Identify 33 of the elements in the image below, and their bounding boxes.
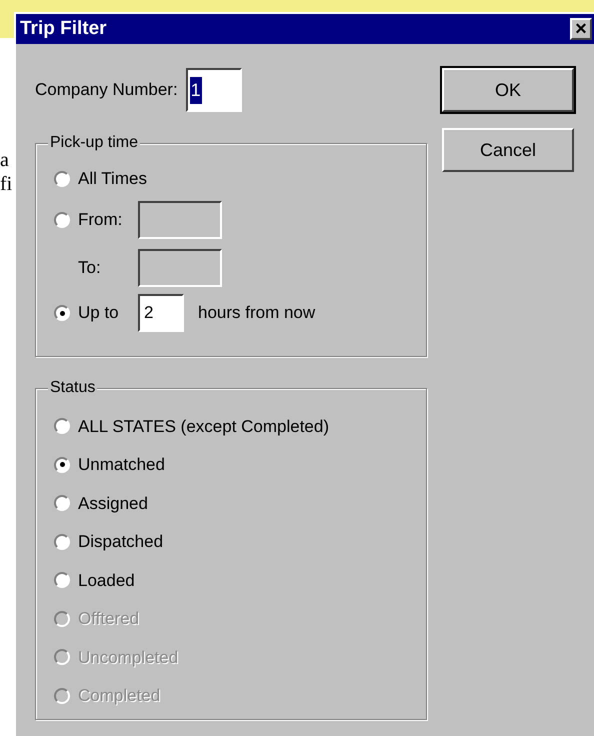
radio-button[interactable]: [54, 456, 70, 473]
dialog-button[interactable]: Cancel: [442, 128, 574, 172]
radio-label: Completed: [78, 685, 160, 707]
radio-label: ALL STATES (except Completed): [78, 416, 330, 438]
input-field[interactable]: 1: [186, 68, 242, 112]
radio-label: All Times: [78, 168, 147, 190]
input-field[interactable]: 2: [138, 294, 184, 332]
radio-button[interactable]: [54, 305, 70, 321]
radio-label: Unmatched: [78, 454, 165, 476]
radio-button[interactable]: [54, 212, 70, 228]
radio-label: Offtered: [78, 608, 140, 630]
group-title: Pick-up time: [48, 133, 140, 153]
radio-button[interactable]: [54, 534, 70, 550]
radio-label: Dispatched: [78, 531, 164, 553]
field-label: hours from now: [198, 302, 316, 324]
radio-button[interactable]: [54, 495, 70, 512]
radio-label: Assigned: [78, 492, 148, 514]
window-title: Trip Filter: [20, 16, 107, 41]
radio-label: From:: [78, 209, 124, 232]
radio-label: Loaded: [78, 570, 135, 592]
field-label: To:: [78, 257, 102, 280]
radio-label: Uncompleted: [78, 646, 178, 668]
close-button[interactable]: ×: [570, 18, 592, 40]
dialog-button[interactable]: OK: [442, 68, 574, 112]
input-field[interactable]: [138, 201, 222, 239]
radio-button[interactable]: [54, 572, 70, 588]
radio-label: Up to: [78, 302, 120, 324]
field-label: Company Number:: [35, 79, 178, 102]
radio-button[interactable]: [54, 418, 70, 434]
background-text: fi: [0, 172, 14, 196]
input-field[interactable]: [138, 249, 222, 287]
background-text: a: [0, 148, 10, 172]
radio-button[interactable]: [54, 171, 70, 187]
